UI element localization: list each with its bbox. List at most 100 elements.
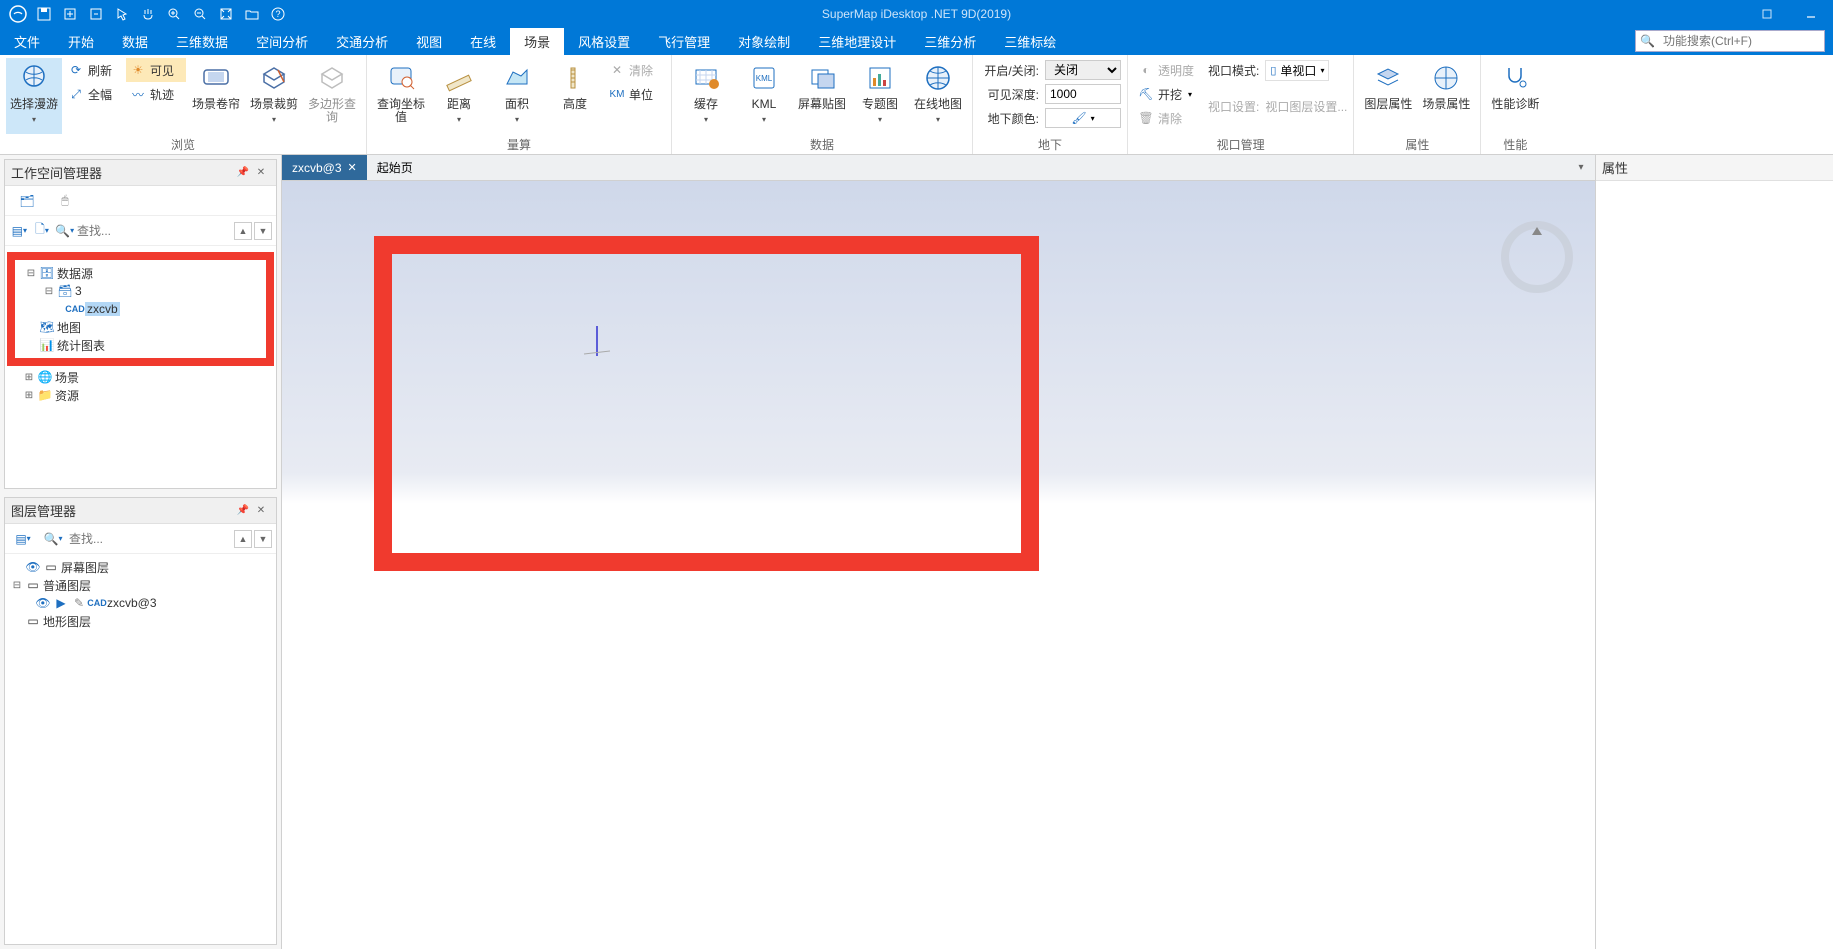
doc-tab-start[interactable]: 起始页	[367, 155, 423, 180]
pointer-icon[interactable]	[110, 2, 134, 26]
tab-object-draw[interactable]: 对象绘制	[724, 28, 804, 55]
minimize-icon[interactable]	[1789, 0, 1833, 28]
list-view-icon[interactable]: 🖱	[51, 189, 79, 213]
tree-ds[interactable]: ⊟🗃3	[15, 282, 266, 300]
scene-roller-button[interactable]: 场景卷帘	[188, 58, 244, 134]
select-icon[interactable]: ▶	[53, 595, 69, 611]
tree-view-icon[interactable]: 🗂	[13, 189, 41, 213]
tab-flight[interactable]: 飞行管理	[644, 28, 724, 55]
app-logo-icon[interactable]	[6, 2, 30, 26]
tab-traffic-analysis[interactable]: 交通分析	[322, 28, 402, 55]
tab-3d-analysis[interactable]: 三维分析	[910, 28, 990, 55]
select-roam-button[interactable]: 选择漫游 ▾	[6, 58, 62, 134]
edit-icon[interactable]: ✎	[71, 595, 87, 611]
thematic-button[interactable]: 专题图 ▾	[852, 58, 908, 134]
tree-scene[interactable]: ⊞🌐场景	[5, 368, 276, 386]
add-layer-icon[interactable]: ▤▾	[9, 527, 37, 551]
viewport-setting-link[interactable]: 视口图层设置...	[1265, 98, 1347, 115]
zoom-out-icon[interactable]	[188, 2, 212, 26]
open-close-row: 开启/关闭: 关闭	[979, 58, 1121, 82]
search-icon[interactable]: 🔍▾	[54, 219, 75, 243]
tree-dataset[interactable]: CADzxcvb	[15, 300, 266, 318]
close-icon[interactable]: ✕	[252, 502, 270, 520]
next-icon[interactable]: ▼	[254, 530, 272, 548]
eye-icon[interactable]: 👁	[35, 595, 51, 611]
restore-icon[interactable]	[1745, 0, 1789, 28]
tab-3d-design[interactable]: 三维地理设计	[804, 28, 910, 55]
scene-viewport[interactable]	[282, 181, 1595, 949]
visible-button[interactable]: ☀可见	[126, 58, 186, 82]
open-icon[interactable]	[84, 2, 108, 26]
online-map-button[interactable]: 在线地图 ▾	[910, 58, 966, 134]
tab-data[interactable]: 数据	[108, 28, 162, 55]
pan-icon[interactable]	[136, 2, 160, 26]
track-button[interactable]: 〰轨迹	[126, 82, 186, 106]
pin-icon[interactable]: 📌	[234, 164, 252, 182]
eye-icon[interactable]: 👁	[25, 559, 41, 575]
function-search-input[interactable]	[1659, 34, 1819, 48]
scene-props-button[interactable]: 场景属性	[1418, 58, 1474, 134]
next-icon[interactable]: ▼	[254, 222, 272, 240]
tree-resource[interactable]: ⊞📁资源	[5, 386, 276, 404]
tree-screen-layer[interactable]: 👁▭屏幕图层	[5, 558, 276, 576]
open-close-select[interactable]: 关闭	[1045, 60, 1121, 80]
tabs-dropdown-icon[interactable]: ▾	[1573, 159, 1589, 175]
cache-button[interactable]: 缓存 ▾	[678, 58, 734, 134]
new-ds-icon[interactable]: ▤▾	[9, 219, 30, 243]
tree-chart[interactable]: 📊统计图表	[15, 336, 266, 354]
layer-props-button[interactable]: 图层属性	[1360, 58, 1416, 134]
unit-icon: KM	[609, 86, 625, 102]
height-button[interactable]: 高度	[547, 58, 603, 134]
folder-icon[interactable]	[240, 2, 264, 26]
tab-scene[interactable]: 场景	[510, 28, 564, 55]
viewport-clear-button[interactable]: 🗑清除	[1134, 106, 1198, 130]
distance-button[interactable]: 距离 ▾	[431, 58, 487, 134]
prev-icon[interactable]: ▲	[234, 222, 252, 240]
scene-crop-button[interactable]: 场景裁剪 ▾	[246, 58, 302, 134]
tab-3d-data[interactable]: 三维数据	[162, 28, 242, 55]
close-icon[interactable]: ✕	[252, 164, 270, 182]
full-extent-button[interactable]: ⤢全幅	[64, 82, 124, 106]
tab-online[interactable]: 在线	[456, 28, 510, 55]
tab-view[interactable]: 视图	[402, 28, 456, 55]
new-icon[interactable]	[58, 2, 82, 26]
area-button[interactable]: 面积 ▾	[489, 58, 545, 134]
tab-3d-plot[interactable]: 三维标绘	[990, 28, 1070, 55]
tree-terrain-layer[interactable]: ▭地形图层	[5, 612, 276, 630]
query-coord-button[interactable]: 查询坐标值	[373, 58, 429, 134]
layer-search-input[interactable]	[69, 532, 232, 546]
function-search[interactable]: 🔍	[1635, 30, 1825, 52]
unit-button[interactable]: KM单位	[605, 82, 665, 106]
tree-datasource[interactable]: ⊟🗄数据源	[15, 264, 266, 282]
help-icon[interactable]: ?	[266, 2, 290, 26]
extent-icon[interactable]	[214, 2, 238, 26]
doc-tab-scene[interactable]: zxcvb@3 ✕	[282, 155, 367, 180]
perf-diag-button[interactable]: 性能诊断	[1487, 58, 1543, 134]
kml-button[interactable]: KML KML ▾	[736, 58, 792, 134]
workspace-search-input[interactable]	[77, 224, 232, 238]
filter-icon[interactable]: 🗋▾	[32, 219, 53, 243]
zoom-in-icon[interactable]	[162, 2, 186, 26]
close-tab-icon[interactable]: ✕	[348, 161, 357, 174]
tab-spatial-analysis[interactable]: 空间分析	[242, 28, 322, 55]
compass-icon[interactable]	[1501, 221, 1573, 293]
tab-style[interactable]: 风格设置	[564, 28, 644, 55]
tree-normal-layer[interactable]: ⊟▭普通图层	[5, 576, 276, 594]
prev-icon[interactable]: ▲	[234, 530, 252, 548]
measure-clear-button[interactable]: ✕清除	[605, 58, 665, 82]
refresh-button[interactable]: ⟳刷新	[64, 58, 124, 82]
color-picker[interactable]: 🖌▾	[1045, 108, 1121, 128]
viewport-mode-select[interactable]: ▯单视口▾	[1265, 60, 1329, 81]
pin-icon[interactable]: 📌	[234, 502, 252, 520]
tab-file[interactable]: 文件	[0, 28, 54, 55]
save-icon[interactable]	[32, 2, 56, 26]
screen-paste-button[interactable]: 屏幕贴图	[794, 58, 850, 134]
polygon-query-button[interactable]: 多边形查询	[304, 58, 360, 134]
tree-map[interactable]: 🗺地图	[15, 318, 266, 336]
search-icon[interactable]: 🔍▾	[39, 527, 67, 551]
tree-layer-item[interactable]: 👁▶✎CADzxcvb@3	[5, 594, 276, 612]
excavate-button[interactable]: ⛏开挖▾	[1134, 82, 1198, 106]
visible-depth-input[interactable]	[1045, 84, 1121, 104]
transparency-button[interactable]: ◐透明度	[1134, 58, 1198, 82]
tab-start[interactable]: 开始	[54, 28, 108, 55]
